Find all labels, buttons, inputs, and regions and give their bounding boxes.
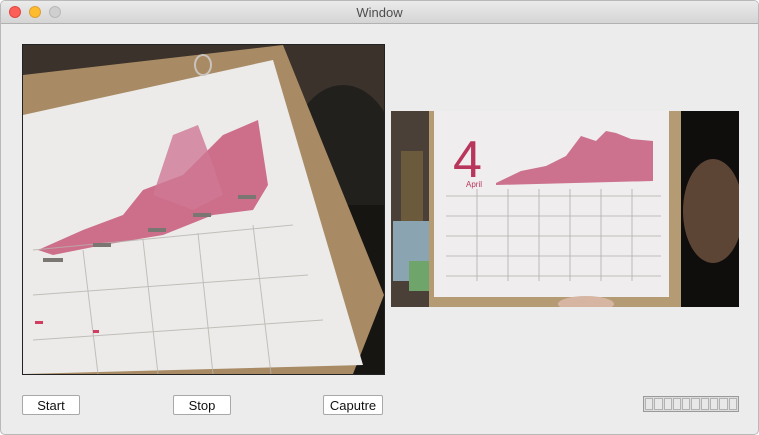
title-bar: Window <box>1 1 758 24</box>
capture-preview: 4 April <box>391 111 739 307</box>
capture-button[interactable]: Caputre <box>323 395 383 415</box>
stop-button[interactable]: Stop <box>173 395 231 415</box>
captured-frame-image: 4 April <box>391 111 739 307</box>
progress-segment <box>710 398 719 410</box>
progress-segment <box>719 398 728 410</box>
app-window: Window 4 April Start Stop Caputre <box>0 0 759 435</box>
progress-segment <box>672 398 682 410</box>
progress-bar <box>643 396 739 412</box>
progress-segment <box>728 398 737 410</box>
camera-frame-image <box>23 45 384 374</box>
window-title: Window <box>356 5 403 20</box>
progress-segment <box>663 398 672 410</box>
calendar-month: April <box>466 180 482 189</box>
progress-segment <box>691 398 700 410</box>
start-button[interactable]: Start <box>22 395 80 415</box>
progress-segment <box>700 398 710 410</box>
camera-preview <box>22 44 385 375</box>
progress-segment <box>645 398 654 410</box>
progress-segment <box>682 398 691 410</box>
progress-segment <box>654 398 663 410</box>
